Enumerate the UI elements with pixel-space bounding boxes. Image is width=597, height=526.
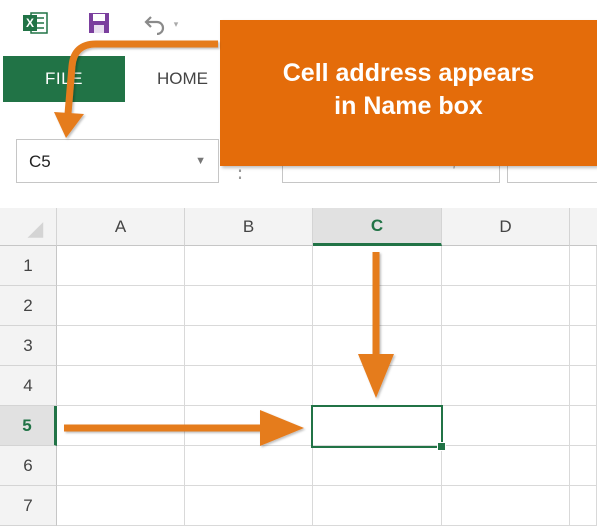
arrow-to-name-box: [54, 40, 218, 138]
arrow-down-to-cell: [358, 252, 394, 398]
annotation-arrows: [54, 40, 394, 446]
arrow-right-to-cell: [64, 410, 304, 446]
